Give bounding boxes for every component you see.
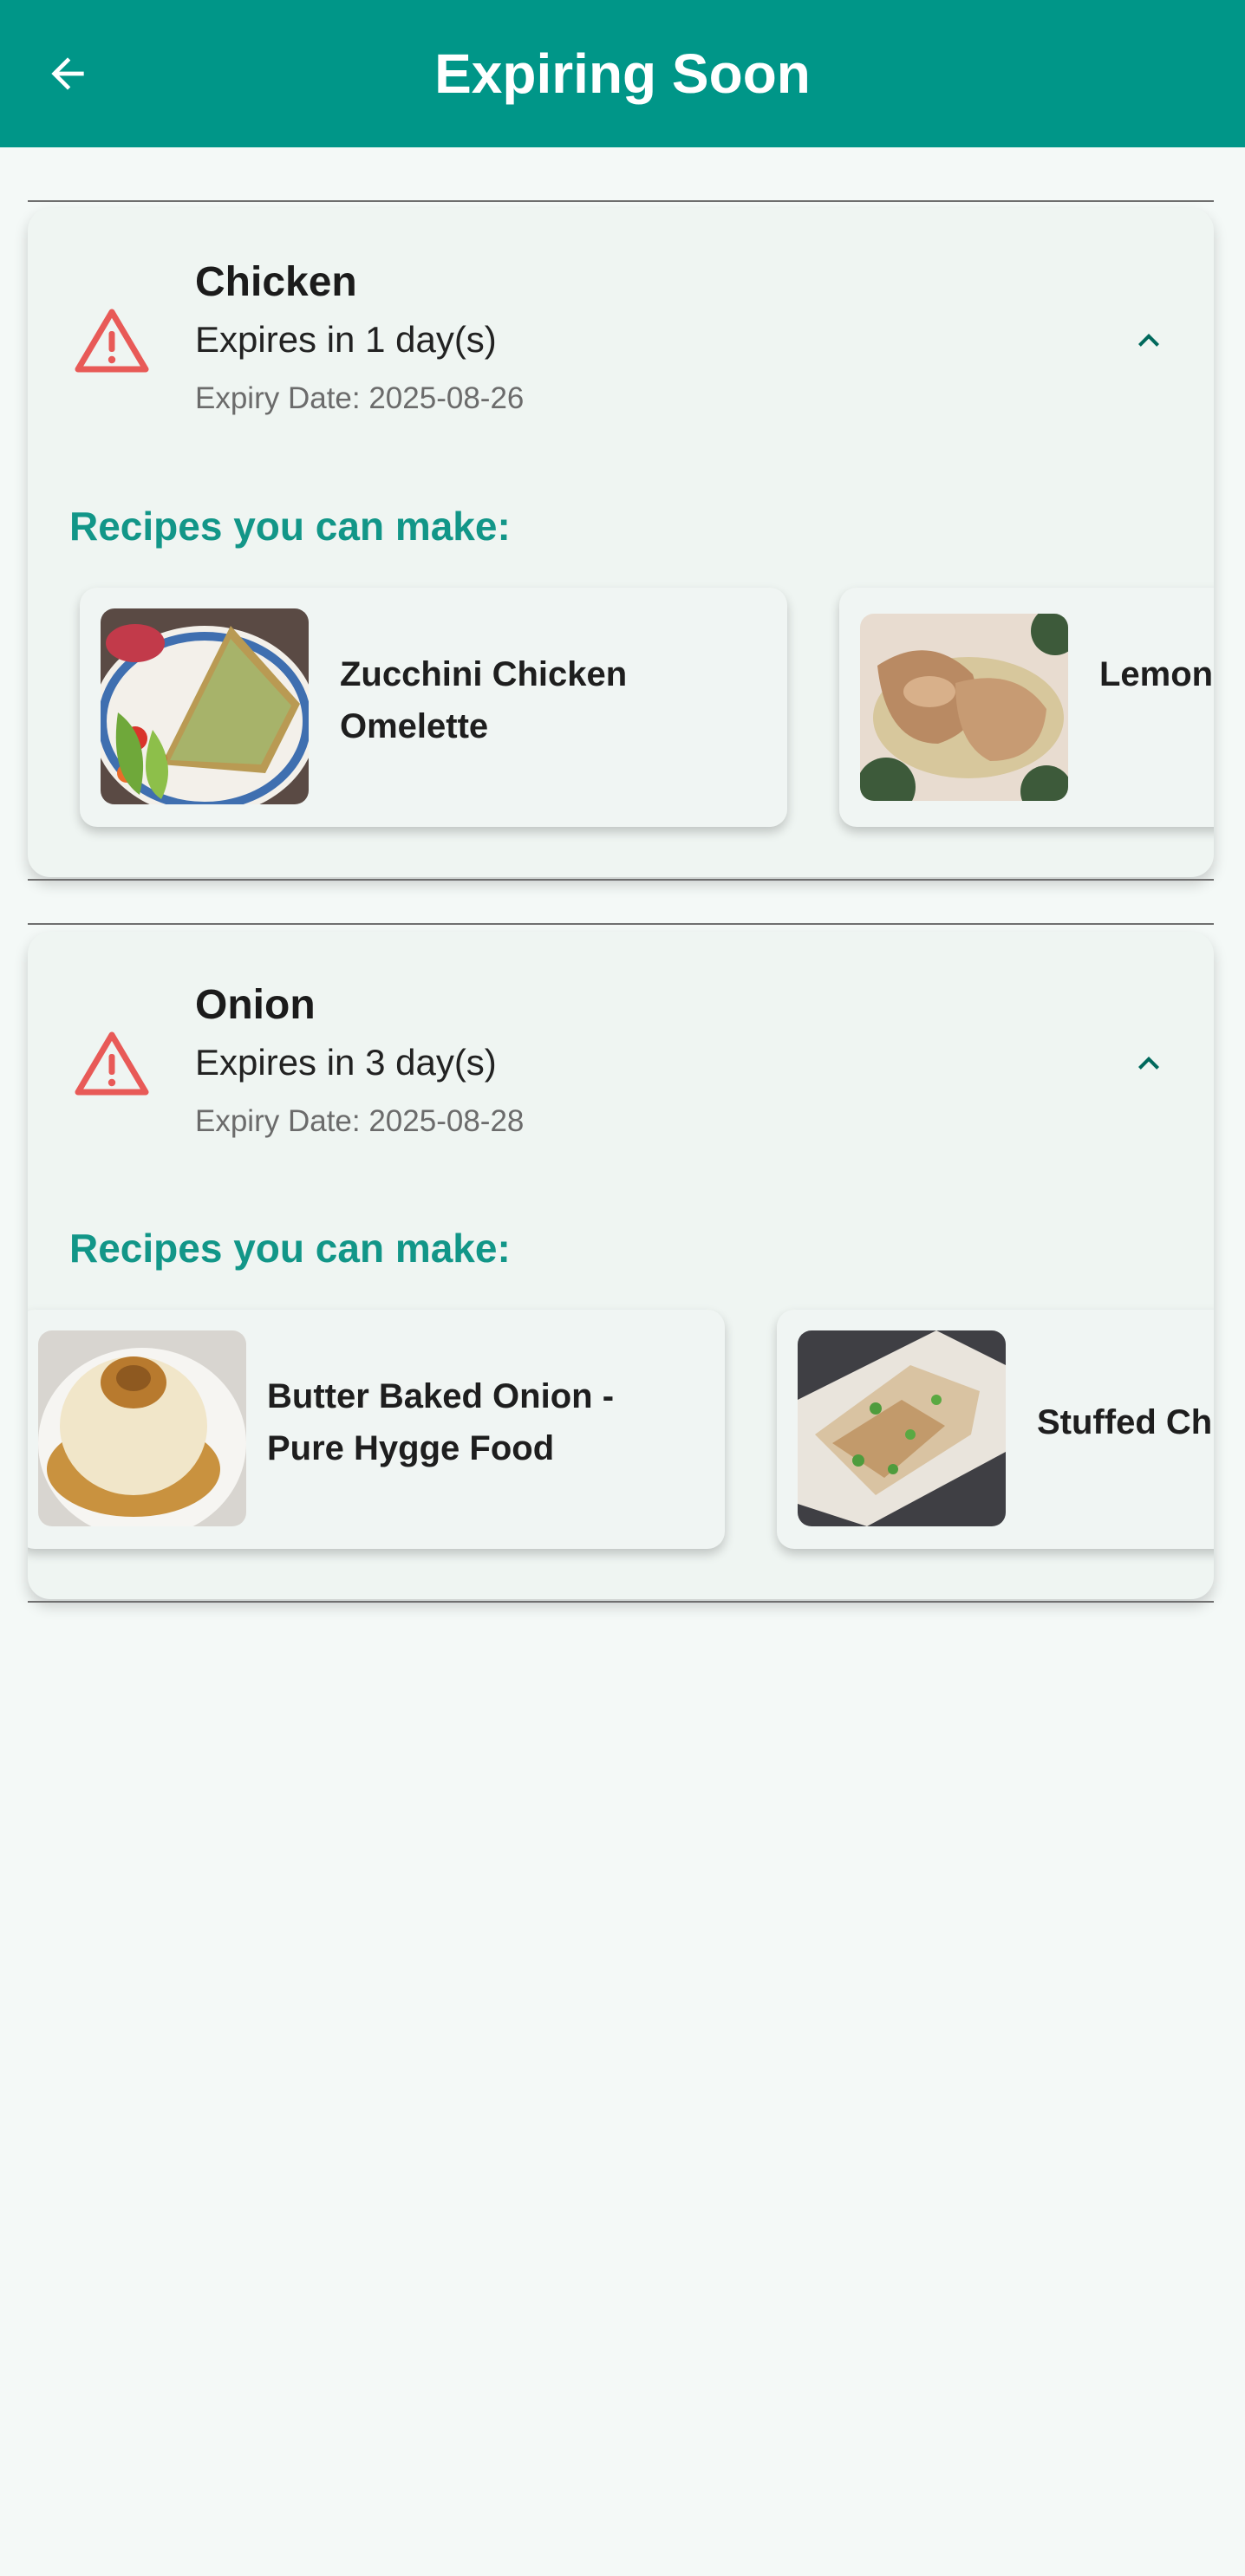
- item-name: Chicken: [195, 259, 357, 305]
- recipes-heading: Recipes you can make:: [69, 1226, 511, 1271]
- recipes-heading: Recipes you can make:: [69, 504, 511, 549]
- collapse-button[interactable]: [1114, 310, 1183, 371]
- recipe-card[interactable]: Zucchini Chicken Omelette: [80, 588, 787, 827]
- recipe-image: [860, 614, 1068, 801]
- recipe-image: [101, 608, 309, 804]
- recipe-card[interactable]: Stuffed Ch: [777, 1310, 1214, 1549]
- expires-in-text: Expires in 1 day(s): [195, 319, 497, 360]
- expiry-date-text: Expiry Date: 2025-08-28: [195, 1104, 525, 1138]
- recipe-title: Stuffed Ch: [1037, 1403, 1213, 1441]
- chevron-up-icon: [1138, 334, 1159, 347]
- recipe-title: Lemon Roaste: [1099, 655, 1214, 693]
- page-title: Expiring Soon: [434, 42, 811, 105]
- item-name: Onion: [195, 982, 316, 1028]
- recipe-card[interactable]: Lemon Roaste: [839, 588, 1214, 827]
- app-bar: Expiring Soon: [0, 0, 1245, 147]
- expiring-item-card-onion: Onion Expires in 3 day(s) Expiry Date: 2…: [28, 932, 1214, 1599]
- divider: [28, 1601, 1214, 1603]
- expiry-date-text: Expiry Date: 2025-08-26: [195, 381, 525, 415]
- expires-in-text: Expires in 3 day(s): [195, 1042, 497, 1083]
- expiring-item-card-chicken: Chicken Expires in 1 day(s) Expiry Date:…: [28, 208, 1214, 877]
- divider: [28, 923, 1214, 925]
- recipe-image: [38, 1330, 246, 1526]
- recipe-title: Butter Baked Onion - Pure Hygge Food: [267, 1377, 615, 1467]
- recipe-image: [798, 1330, 1006, 1526]
- chevron-up-icon: [1138, 1057, 1159, 1070]
- divider: [28, 200, 1214, 202]
- recipe-title: Zucchini Chicken Omelette: [340, 655, 628, 745]
- collapse-button[interactable]: [1114, 1033, 1183, 1094]
- warning-triangle-icon: [75, 309, 149, 373]
- recipe-card[interactable]: Butter Baked Onion - Pure Hygge Food: [28, 1310, 725, 1549]
- divider: [28, 879, 1214, 881]
- warning-triangle-icon: [75, 1031, 149, 1096]
